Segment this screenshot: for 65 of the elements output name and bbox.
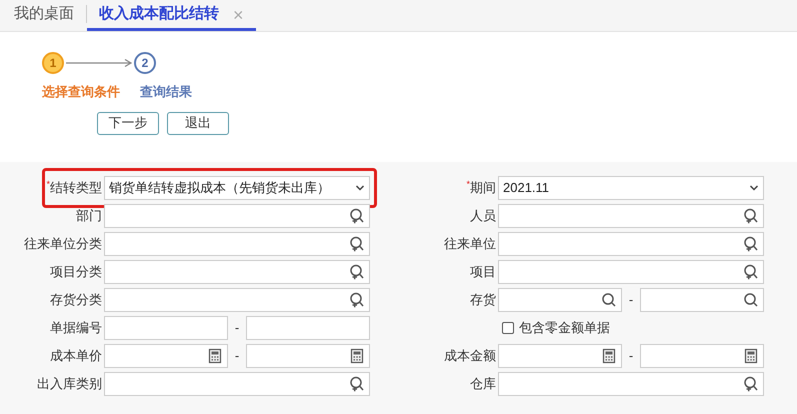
field-label: 往来单位 bbox=[444, 235, 496, 254]
search-icon[interactable] bbox=[743, 292, 759, 308]
search-add-icon[interactable] bbox=[743, 236, 759, 252]
calculator-icon[interactable] bbox=[601, 348, 617, 364]
input-field[interactable] bbox=[246, 316, 370, 340]
search-add-icon[interactable] bbox=[743, 208, 759, 224]
field-label: 成本金额 bbox=[444, 347, 496, 366]
search-add-icon[interactable] bbox=[743, 376, 759, 392]
field-label: 仓库 bbox=[470, 375, 496, 394]
field-label: 出入库类别 bbox=[37, 375, 102, 394]
field-label: 单据编号 bbox=[50, 319, 102, 338]
step-label: 查询结果 bbox=[140, 83, 192, 101]
field-label: 存货分类 bbox=[50, 291, 102, 310]
search-icon[interactable] bbox=[601, 292, 617, 308]
search-add-icon[interactable] bbox=[349, 208, 365, 224]
field-label: *期间 bbox=[466, 178, 496, 198]
arrow-icon bbox=[64, 58, 134, 68]
field-label: 往来单位分类 bbox=[24, 235, 102, 254]
search-add-icon[interactable] bbox=[349, 264, 365, 280]
input-field[interactable] bbox=[104, 316, 228, 340]
range-separator: - bbox=[234, 347, 240, 366]
field-label: 存货 bbox=[470, 291, 496, 310]
input-field[interactable] bbox=[498, 232, 764, 256]
input-field[interactable] bbox=[498, 344, 622, 368]
input-field[interactable] bbox=[246, 344, 370, 368]
input-field[interactable] bbox=[640, 344, 764, 368]
action-button[interactable]: 退出 bbox=[167, 112, 229, 134]
field-label: 项目 bbox=[470, 263, 496, 282]
input-field[interactable] bbox=[104, 260, 370, 284]
step-number: 1 bbox=[42, 52, 64, 74]
field-label: 部门 bbox=[76, 207, 102, 226]
tab[interactable]: 我的桌面 bbox=[10, 1, 86, 31]
search-add-icon[interactable] bbox=[743, 264, 759, 280]
dropdown-field[interactable]: 销货单结转虚拟成本（先销货未出库） bbox=[104, 176, 370, 200]
field-label: 项目分类 bbox=[50, 263, 102, 282]
input-field[interactable] bbox=[498, 204, 764, 228]
search-add-icon[interactable] bbox=[349, 292, 365, 308]
input-field[interactable] bbox=[640, 288, 764, 312]
range-separator: - bbox=[234, 319, 240, 338]
range-separator: - bbox=[628, 347, 634, 366]
input-field[interactable] bbox=[104, 232, 370, 256]
chevron-down-icon[interactable] bbox=[749, 184, 759, 192]
input-field[interactable] bbox=[498, 260, 764, 284]
input-field[interactable] bbox=[104, 288, 370, 312]
input-field[interactable] bbox=[104, 344, 228, 368]
input-field[interactable] bbox=[104, 372, 370, 396]
input-field[interactable] bbox=[498, 372, 764, 396]
action-button[interactable]: 下一步 bbox=[97, 112, 159, 134]
input-field[interactable] bbox=[104, 204, 370, 228]
step-label: 选择查询条件 bbox=[42, 83, 120, 101]
calculator-icon[interactable] bbox=[743, 348, 759, 364]
field-label: *结转类型 bbox=[46, 178, 102, 198]
calculator-icon[interactable] bbox=[349, 348, 365, 364]
chevron-down-icon[interactable] bbox=[355, 184, 365, 192]
tab[interactable]: 收入成本配比结转 × bbox=[87, 1, 256, 31]
search-add-icon[interactable] bbox=[349, 236, 365, 252]
search-add-icon[interactable] bbox=[349, 376, 365, 392]
dropdown-field[interactable]: 2021.11 bbox=[498, 176, 764, 200]
field-label: 成本单价 bbox=[50, 347, 102, 366]
calculator-icon[interactable] bbox=[207, 348, 223, 364]
field-label: 人员 bbox=[470, 207, 496, 226]
input-field[interactable] bbox=[498, 288, 622, 312]
step-number: 2 bbox=[134, 52, 156, 74]
range-separator: - bbox=[628, 291, 634, 310]
checkbox[interactable]: 包含零金额单据 bbox=[502, 318, 610, 338]
